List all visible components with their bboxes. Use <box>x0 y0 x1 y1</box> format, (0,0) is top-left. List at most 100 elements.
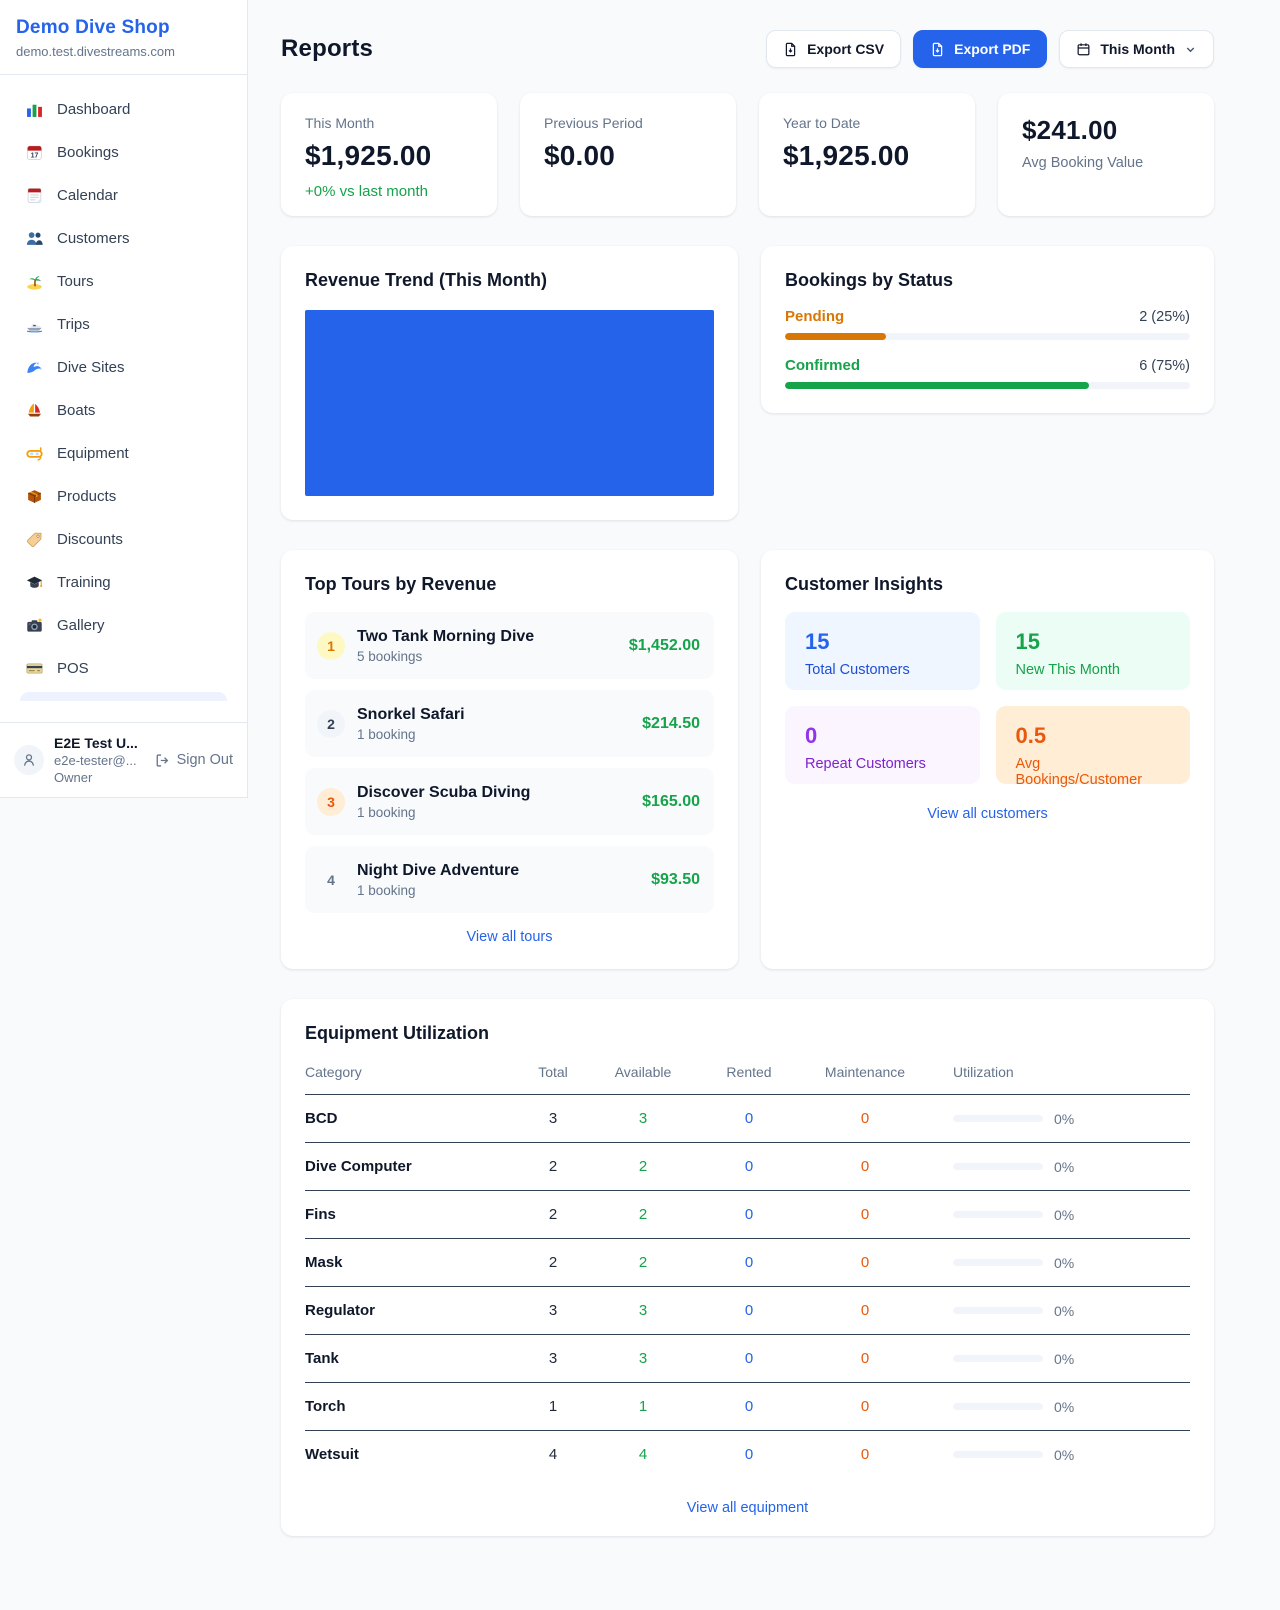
sign-out-button[interactable]: Sign Out <box>155 752 233 768</box>
notepad-calendar-icon <box>26 187 43 204</box>
tour-bookings: 1 booking <box>357 883 519 898</box>
insight-label: New This Month <box>1016 662 1171 678</box>
insight-label: Total Customers <box>805 662 960 678</box>
stat-label: This Month <box>305 115 473 131</box>
utilization-bar <box>953 1307 1043 1314</box>
user-footer: E2E Test U... e2e-tester@... Owner Sign … <box>0 722 247 797</box>
export-pdf-label: Export PDF <box>954 41 1030 57</box>
sidebar-item-equipment[interactable]: Equipment <box>12 434 235 472</box>
tour-bookings: 5 bookings <box>357 649 534 664</box>
header-actions: Export CSV Export PDF This Month <box>766 30 1214 68</box>
insight-label: Repeat Customers <box>805 756 960 772</box>
table-row: Wetsuit 4 4 0 0 0% <box>305 1430 1190 1478</box>
view-all-customers-link[interactable]: View all customers <box>785 806 1190 822</box>
page-header: Reports Export CSV Export PDF This Month <box>281 30 1214 68</box>
sidebar-item-label: Gallery <box>57 617 105 634</box>
sidebar-item-dashboard[interactable]: Dashboard <box>12 90 235 128</box>
sailboat-icon <box>26 402 43 419</box>
sidebar-item-gallery[interactable]: Gallery <box>12 606 235 644</box>
equipment-utilization-card: Equipment Utilization Category Total Ava… <box>281 999 1214 1536</box>
equipment-rented: 0 <box>703 1350 795 1367</box>
insights-row: Top Tours by Revenue 1 Two Tank Morning … <box>281 550 1214 969</box>
equipment-utilization-cell: 0% <box>935 1399 1190 1415</box>
tour-bookings: 1 booking <box>357 805 530 820</box>
sidebar-item-products[interactable]: Products <box>12 477 235 515</box>
equipment-category: Dive Computer <box>305 1158 523 1175</box>
sidebar-item-discounts[interactable]: Discounts <box>12 520 235 558</box>
chevron-down-icon <box>1184 43 1197 56</box>
utilization-bar <box>953 1403 1043 1410</box>
customer-insights-title: Customer Insights <box>785 574 1190 595</box>
sidebar-item-label: Tours <box>57 273 94 290</box>
column-header: Utilization <box>935 1064 1190 1080</box>
user-role: Owner <box>54 770 145 785</box>
view-all-tours-link[interactable]: View all tours <box>305 929 714 945</box>
utilization-bar <box>953 1451 1043 1458</box>
stat-delta: +0% vs last month <box>305 183 473 200</box>
equipment-utilization-cell: 0% <box>935 1207 1190 1223</box>
calendar-icon <box>1076 42 1091 57</box>
sidebar-item-calendar[interactable]: Calendar <box>12 176 235 214</box>
equipment-maintenance: 0 <box>795 1254 935 1271</box>
tour-name: Snorkel Safari <box>357 706 465 724</box>
sidebar-nav: Dashboard 17 Bookings Calendar Customers… <box>0 75 247 722</box>
table-row: Dive Computer 2 2 0 0 0% <box>305 1142 1190 1190</box>
utilization-bar <box>953 1355 1043 1362</box>
sidebar-item-trips[interactable]: Trips <box>12 305 235 343</box>
equipment-maintenance: 0 <box>795 1206 935 1223</box>
view-all-equipment-link[interactable]: View all equipment <box>305 1500 1190 1516</box>
user-name: E2E Test U... <box>54 735 145 751</box>
tour-name: Two Tank Morning Dive <box>357 628 534 646</box>
main-content: Reports Export CSV Export PDF This Month <box>248 0 1280 1576</box>
sidebar-item-label: Customers <box>57 230 130 247</box>
sidebar-item-training[interactable]: Training <box>12 563 235 601</box>
period-selector[interactable]: This Month <box>1059 30 1214 68</box>
equipment-total: 4 <box>523 1446 583 1463</box>
sidebar-item-label: Boats <box>57 402 95 419</box>
stat-card-previous-period: Previous Period $0.00 <box>520 93 736 216</box>
status-label: Pending <box>785 308 844 325</box>
rank-badge: 4 <box>317 866 345 894</box>
insight-value: 0 <box>805 723 960 749</box>
equipment-category: Tank <box>305 1350 523 1367</box>
sidebar-item-label: Calendar <box>57 187 118 204</box>
sidebar-item-label: Products <box>57 488 116 505</box>
page-title: Reports <box>281 35 373 63</box>
sidebar-item-customers[interactable]: Customers <box>12 219 235 257</box>
stat-card-year-to-date: Year to Date $1,925.00 <box>759 93 975 216</box>
user-meta: E2E Test U... e2e-tester@... Owner <box>54 735 145 785</box>
equipment-maintenance: 0 <box>795 1302 935 1319</box>
person-icon <box>21 752 37 768</box>
sidebar-item-dive-sites[interactable]: Dive Sites <box>12 348 235 386</box>
equipment-category: Torch <box>305 1398 523 1415</box>
insight-value: 0.5 <box>1016 723 1171 749</box>
sidebar-item-label: Dive Sites <box>57 359 125 376</box>
sidebar-item-pos[interactable]: POS <box>12 649 235 687</box>
graduation-cap-icon <box>26 574 43 591</box>
sidebar-item-tours[interactable]: Tours <box>12 262 235 300</box>
equipment-utilization-cell: 0% <box>935 1351 1190 1367</box>
stat-label: Avg Booking Value <box>1022 155 1190 171</box>
customer-insights-card: Customer Insights 15 Total Customers 15 … <box>761 550 1214 969</box>
status-bar-fill <box>785 333 886 340</box>
equipment-total: 3 <box>523 1110 583 1127</box>
equipment-utilization-cell: 0% <box>935 1159 1190 1175</box>
sidebar-item-reports-active-partial[interactable] <box>20 692 227 701</box>
tour-list: 1 Two Tank Morning Dive 5 bookings $1,45… <box>305 612 714 913</box>
tour-list-item: 3 Discover Scuba Diving 1 booking $165.0… <box>305 768 714 835</box>
sidebar-item-label: Bookings <box>57 144 119 161</box>
tour-bookings: 1 booking <box>357 727 465 742</box>
export-pdf-button[interactable]: Export PDF <box>913 30 1047 68</box>
export-csv-button[interactable]: Export CSV <box>766 30 901 68</box>
sidebar-item-label: Trips <box>57 316 90 333</box>
top-tours-title: Top Tours by Revenue <box>305 574 714 595</box>
utilization-percent: 0% <box>1054 1303 1074 1319</box>
svg-text:17: 17 <box>31 152 39 159</box>
file-download-icon <box>783 42 798 57</box>
equipment-available: 1 <box>583 1398 703 1415</box>
sidebar-item-boats[interactable]: Boats <box>12 391 235 429</box>
sidebar-item-bookings[interactable]: 17 Bookings <box>12 133 235 171</box>
top-tours-card: Top Tours by Revenue 1 Two Tank Morning … <box>281 550 738 969</box>
equipment-total: 2 <box>523 1254 583 1271</box>
equipment-rented: 0 <box>703 1398 795 1415</box>
